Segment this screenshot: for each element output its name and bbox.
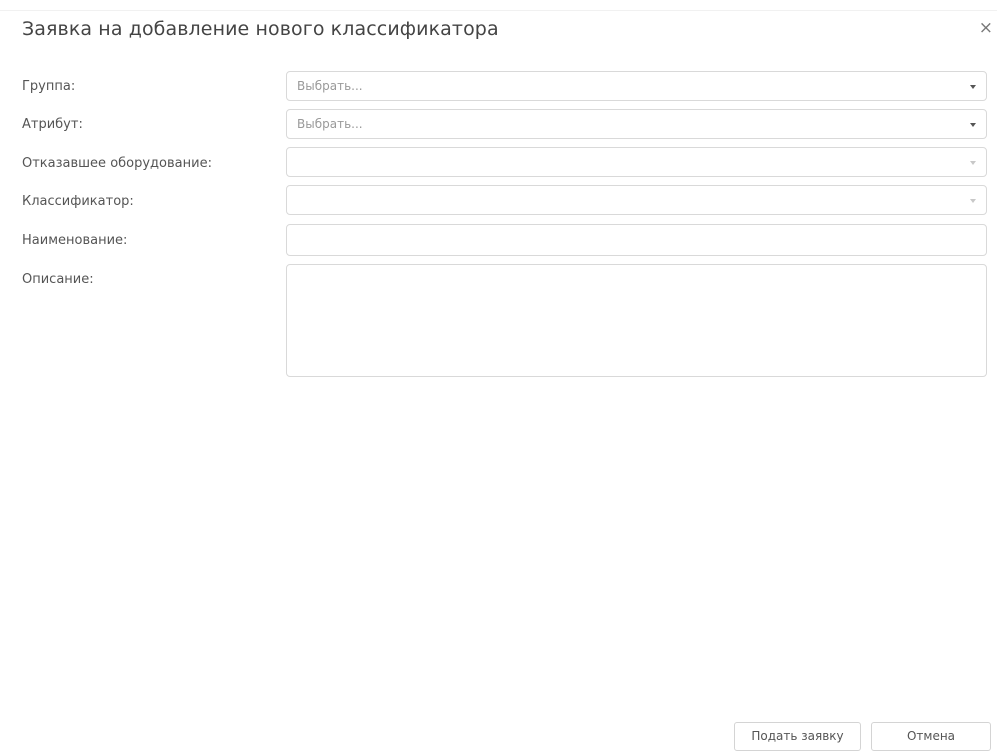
- group-select[interactable]: Выбрать...: [286, 71, 987, 101]
- add-classifier-dialog: Заявка на добавление нового классификато…: [0, 0, 997, 751]
- chevron-down-icon: [970, 123, 976, 127]
- dialog-top-divider: [0, 10, 997, 11]
- group-label: Группа:: [22, 79, 76, 94]
- submit-request-button[interactable]: Подать заявку: [734, 722, 861, 751]
- classifier-label: Классификатор:: [22, 194, 134, 209]
- close-icon[interactable]: ×: [979, 20, 993, 37]
- name-input[interactable]: [286, 224, 987, 256]
- chevron-down-icon: [970, 199, 976, 203]
- cancel-button[interactable]: Отмена: [871, 722, 991, 751]
- description-textarea[interactable]: [286, 264, 987, 377]
- name-label: Наименование:: [22, 233, 128, 248]
- group-select-value: Выбрать...: [297, 79, 363, 93]
- chevron-down-icon: [970, 161, 976, 165]
- failed-equipment-select[interactable]: [286, 147, 987, 177]
- attribute-select-value: Выбрать...: [297, 117, 363, 131]
- chevron-down-icon: [970, 85, 976, 89]
- classifier-select[interactable]: [286, 185, 987, 215]
- attribute-label: Атрибут:: [22, 117, 83, 132]
- dialog-title: Заявка на добавление нового классификато…: [22, 18, 499, 40]
- attribute-select[interactable]: Выбрать...: [286, 109, 987, 139]
- failed-equipment-label: Отказавшее оборудование:: [22, 156, 212, 171]
- description-label: Описание:: [22, 272, 94, 287]
